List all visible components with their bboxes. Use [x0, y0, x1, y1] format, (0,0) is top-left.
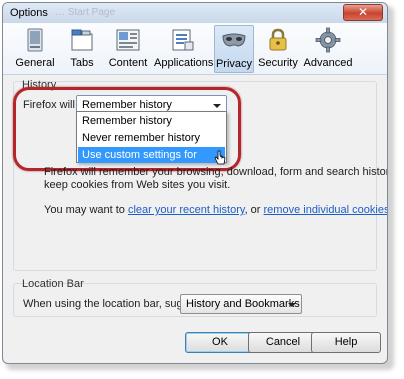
background-window-title: … Start Page: [55, 7, 116, 18]
tab-content[interactable]: Content: [106, 25, 150, 73]
ok-button[interactable]: OK: [185, 332, 255, 353]
tab-label: General: [15, 57, 55, 69]
general-icon: [27, 28, 43, 52]
tab-security[interactable]: Security: [257, 25, 299, 73]
tab-general[interactable]: General: [13, 25, 57, 73]
privacy-mask-icon: [222, 33, 246, 47]
chevron-down-icon: [288, 303, 296, 307]
content-icon: [116, 29, 140, 51]
cancel-button[interactable]: Cancel: [248, 332, 318, 353]
tabs-icon: [71, 29, 93, 51]
preferences-toolbar: General Tabs Content Applications Privac…: [3, 23, 387, 75]
suggestion-prefix: You may want to: [44, 204, 128, 216]
location-bar-group-label: Location Bar: [22, 278, 84, 290]
tab-tabs[interactable]: Tabs: [63, 25, 101, 73]
window-title: Options: [10, 7, 48, 19]
tab-advanced[interactable]: Advanced: [303, 25, 353, 73]
tab-privacy[interactable]: Privacy: [214, 25, 254, 73]
suggest-label: When using the location bar, suggest:: [23, 298, 207, 310]
gear-icon: [315, 27, 341, 53]
tab-label: Privacy: [215, 58, 253, 70]
highlight-annotation: [13, 87, 241, 171]
clear-history-link[interactable]: clear your recent history: [128, 204, 245, 216]
tab-label: Content: [108, 57, 148, 69]
history-description-line1: Firefox will remember your browsing, dow…: [44, 166, 388, 178]
suggest-select[interactable]: History and Bookmarks: [180, 294, 302, 314]
help-button[interactable]: Help: [311, 332, 381, 353]
applications-icon: [172, 29, 194, 51]
history-suggestion-text: You may want to clear your recent histor…: [44, 204, 387, 216]
options-dialog: Options … Start Page ✕ General Tabs Cont…: [2, 2, 388, 364]
remove-cookies-link[interactable]: remove individual cookies: [264, 204, 387, 216]
tab-label: Tabs: [70, 57, 94, 69]
tab-label: Security: [258, 57, 298, 69]
history-description-line2: keep cookies from Web sites you visit.: [44, 179, 231, 191]
tab-label: Advanced: [303, 57, 353, 69]
close-button[interactable]: ✕: [343, 4, 383, 21]
lock-icon: [269, 28, 287, 51]
suggest-value: History and Bookmarks: [186, 298, 300, 310]
tab-label: Applications: [154, 57, 214, 69]
close-icon: ✕: [357, 5, 369, 19]
title-bar[interactable]: Options … Start Page ✕: [3, 3, 387, 23]
suggestion-middle: , or: [244, 204, 264, 216]
privacy-pane: History Firefox will: Remember history R…: [3, 75, 388, 363]
tab-applications[interactable]: Applications: [154, 25, 214, 73]
